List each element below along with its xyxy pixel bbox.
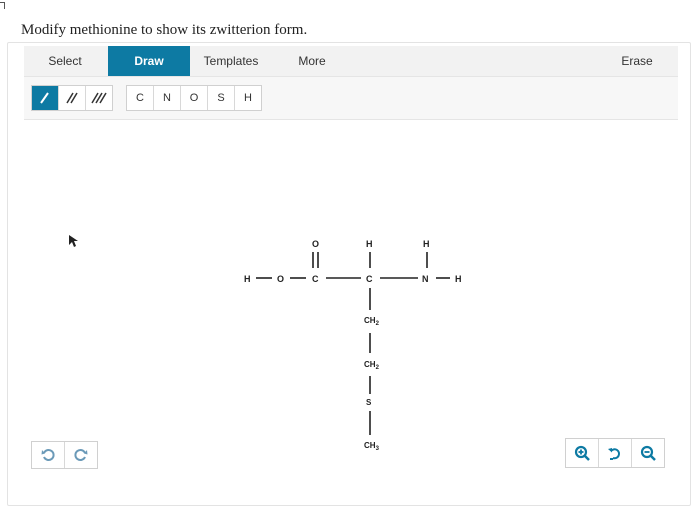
atom-h-left: H [244, 274, 251, 284]
atom-h-n-right: H [455, 274, 462, 284]
redo-icon [74, 449, 88, 461]
undo-icon [41, 449, 55, 461]
atom-s: S [366, 398, 372, 407]
zoom-controls [565, 438, 665, 468]
zoom-reset-icon [608, 448, 621, 460]
atom-o-double: O [312, 239, 319, 249]
atom-n: N [422, 274, 429, 284]
atom-ch2-2: CH2 [364, 360, 380, 371]
arrow-cursor-icon [69, 235, 78, 247]
undo-button[interactable] [32, 442, 65, 468]
atom-o-single: O [277, 274, 284, 284]
zoom-in-icon [574, 445, 590, 461]
atom-c-alpha: C [366, 274, 373, 284]
history-controls [31, 441, 98, 469]
redo-button[interactable] [65, 442, 97, 468]
atom-c-carbonyl: C [312, 274, 319, 284]
atom-ch3: CH3 [364, 441, 380, 452]
zoom-out-button[interactable] [632, 439, 664, 467]
zoom-reset-button[interactable] [599, 439, 632, 467]
atom-h-alpha: H [366, 239, 373, 249]
atom-h-n-top: H [423, 239, 430, 249]
zoom-out-icon [640, 445, 656, 461]
atom-ch2-1: CH2 [364, 316, 380, 327]
zoom-in-button[interactable] [566, 439, 599, 467]
methionine-structure[interactable]: H O C O C H N H H CH2 CH2 S CH3 [0, 0, 700, 507]
